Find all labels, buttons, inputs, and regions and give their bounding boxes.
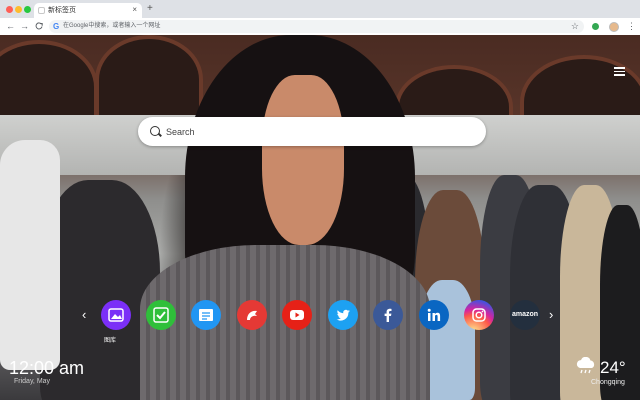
checklist-icon (153, 307, 169, 323)
clock-time: 12:00 am (9, 358, 85, 378)
weather-temperature: 24° (600, 358, 626, 377)
minimize-window-button[interactable] (15, 6, 22, 13)
shortcuts-next-button[interactable]: › (549, 307, 553, 323)
weather-city: Chongqing (591, 379, 625, 386)
google-icon: G (53, 22, 60, 31)
amazon-icon: amazon (511, 311, 539, 318)
search-input[interactable] (164, 123, 468, 141)
instagram-shortcut[interactable] (464, 300, 494, 330)
linkedin-shortcut[interactable] (419, 300, 449, 330)
amazon-shortcut[interactable]: amazon (510, 300, 540, 330)
clock-date: Friday, May (14, 378, 51, 385)
tab-title: 新标签页 (48, 7, 76, 14)
game-shortcut[interactable] (237, 300, 267, 330)
game-icon (247, 310, 257, 320)
notes-shortcut[interactable] (191, 300, 221, 330)
search-box[interactable] (138, 117, 486, 146)
new-tab-page: ‹ amazon › 图库 12:00 am Friday, May 24° C… (0, 35, 640, 400)
checklist-shortcut[interactable] (146, 300, 176, 330)
back-button[interactable]: ← (6, 20, 15, 32)
reload-icon (35, 22, 43, 30)
close-window-button[interactable] (6, 6, 13, 13)
reload-button[interactable] (35, 20, 43, 33)
search-icon (150, 126, 160, 136)
facebook-icon (384, 308, 392, 322)
browser-toolbar: ← → G 在Google中搜索，或者输入一个网址 ☆ ⋮ (0, 18, 640, 36)
notes-icon (199, 309, 213, 321)
cloud-rain-icon (576, 357, 595, 374)
page-menu-icon[interactable] (614, 67, 625, 78)
shortcuts-prev-button[interactable]: ‹ (82, 307, 86, 323)
address-bar-placeholder[interactable]: 在Google中搜索，或者输入一个网址 (63, 21, 160, 32)
bookmark-star-icon[interactable]: ☆ (571, 20, 579, 32)
tab-favicon-icon (38, 7, 45, 14)
shortcut-label: 图库 (104, 338, 117, 344)
profile-avatar[interactable] (609, 22, 619, 32)
gallery-icon (108, 308, 124, 322)
youtube-icon (290, 310, 304, 320)
browser-menu-icon[interactable]: ⋮ (627, 20, 636, 32)
instagram-icon (472, 308, 486, 322)
extension-icon[interactable] (592, 23, 599, 30)
tab-close-icon[interactable]: × (132, 4, 137, 16)
linkedin-icon (427, 308, 441, 321)
twitter-shortcut[interactable] (328, 300, 358, 330)
maximize-window-button[interactable] (24, 6, 31, 13)
tab-strip: 新标签页 × + (0, 0, 640, 18)
facebook-shortcut[interactable] (373, 300, 403, 330)
address-bar[interactable]: G 在Google中搜索，或者输入一个网址 ☆ (49, 20, 584, 33)
youtube-shortcut[interactable] (282, 300, 312, 330)
forward-button[interactable]: → (20, 20, 29, 32)
tab-new-tab[interactable]: 新标签页 × (34, 3, 142, 18)
gallery-shortcut[interactable] (101, 300, 131, 330)
twitter-icon (336, 309, 350, 321)
new-tab-button[interactable]: + (147, 3, 153, 15)
